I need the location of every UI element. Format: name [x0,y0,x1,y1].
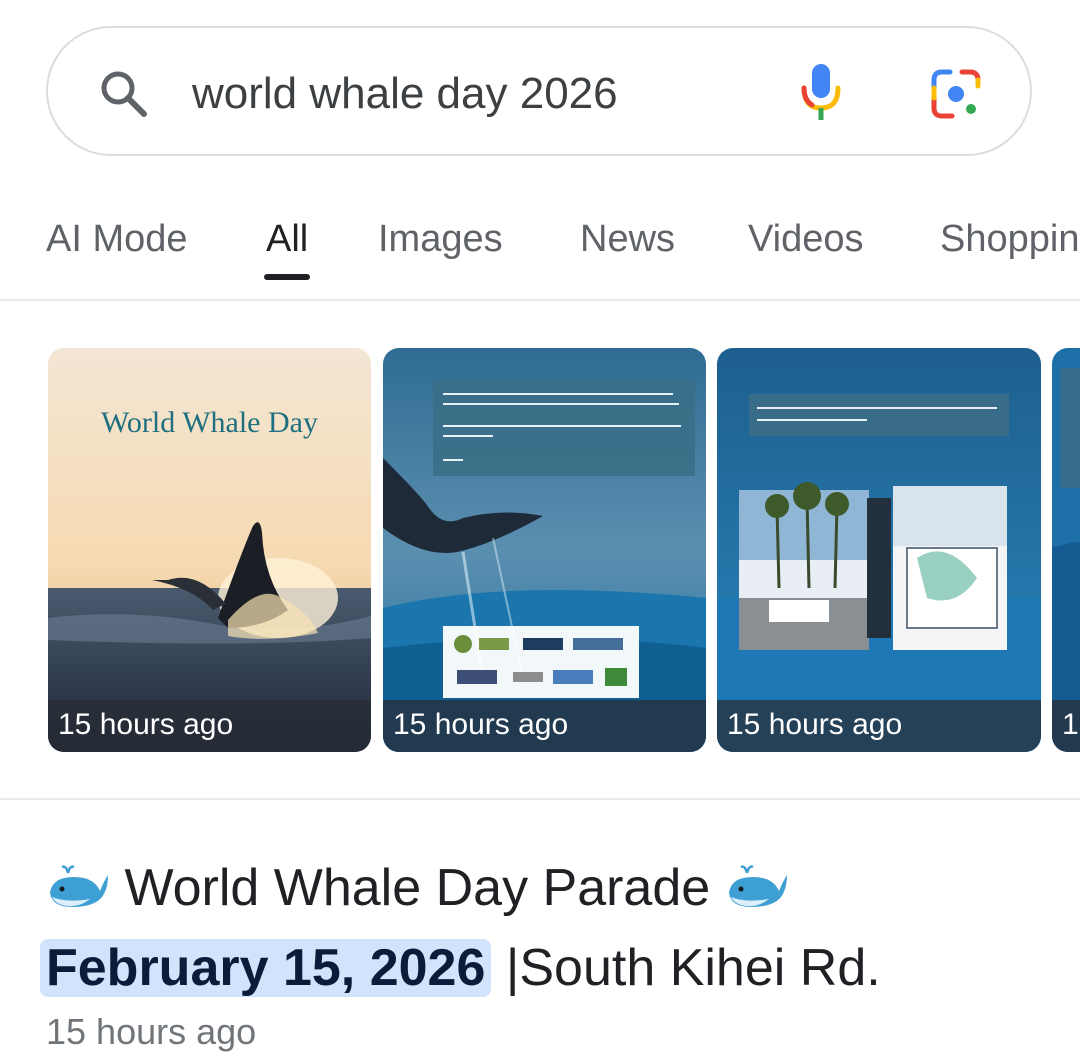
whale-icon [50,865,108,907]
image-timestamp: 15 hours ago [393,708,569,741]
whale-icon [728,865,787,907]
tab-images[interactable]: Images [378,214,503,264]
tab-all[interactable]: All [266,214,308,264]
tab-ai-mode[interactable]: AI Mode [46,214,188,264]
result-title-text: World Whale Day Parade [124,859,711,917]
result-title[interactable]: World Whale Day Parade February 15, 2026… [40,848,1066,1008]
tab-videos[interactable]: Videos [748,214,864,264]
results-divider [0,798,1080,800]
ocean-image [1052,348,1080,752]
highlighted-date: February 15, 2026 [40,939,492,997]
image-carousel[interactable]: World Whale Day 15 hours ago 15 hours ag… [0,348,1080,753]
image-caption-title: World Whale Day [101,406,318,439]
active-tab-indicator [264,274,310,280]
image-timestamp: 15 hours ago [58,708,234,741]
tab-shopping[interactable]: Shoppin [940,214,1079,264]
image-result-card[interactable]: World Whale Day 15 hours ago [48,348,371,752]
image-result-card[interactable]: 15 hours ago [383,348,706,752]
tab-news[interactable]: News [580,214,675,264]
google-lens-icon[interactable] [930,68,982,120]
search-tabs: AI Mode All Images News Videos Shoppin [0,200,1080,300]
search-input[interactable]: world whale day 2026 [192,64,618,124]
search-box[interactable]: world whale day 2026 [46,26,1032,156]
image-result-card[interactable]: 15 hours ago [717,348,1041,752]
result-timestamp: 15 hours ago [46,1011,257,1052]
result-location: South Kihei Rd. [519,939,881,997]
image-result-card[interactable]: 15 hours ago [1052,348,1080,752]
image-timestamp: 15 hours ago [727,708,903,741]
search-icon[interactable] [98,68,150,120]
microphone-icon[interactable] [798,62,844,124]
title-separator: | [505,939,520,997]
whale-tail-image [383,348,706,752]
parade-photo-image [717,348,1041,752]
tabs-divider [0,299,1080,301]
image-timestamp: 15 hours ago [1062,708,1080,741]
